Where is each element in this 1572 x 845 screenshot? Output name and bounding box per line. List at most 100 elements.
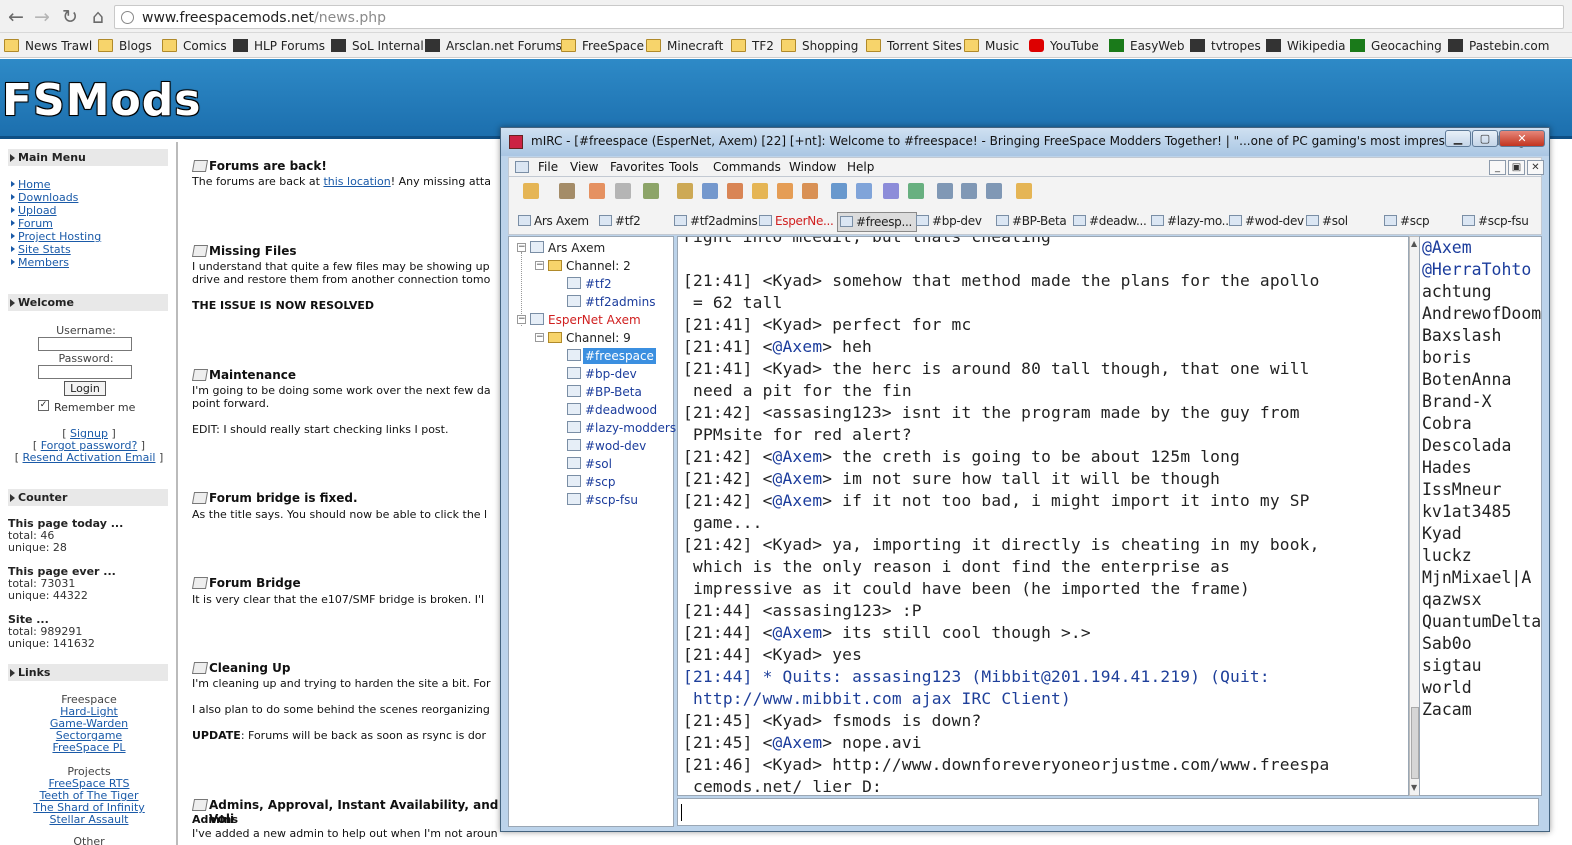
maximize-icon[interactable]: ▢: [1472, 130, 1498, 147]
tree-channel[interactable]: #deadwood: [585, 402, 657, 418]
news-title[interactable]: Forum bridge is fixed.: [209, 491, 358, 505]
switchbar-tab[interactable]: #BP-Beta: [994, 212, 1067, 232]
bookmark-hlp-forums[interactable]: HLP Forums: [233, 38, 325, 54]
op-nick[interactable]: @Axem: [773, 733, 823, 752]
username-input[interactable]: [38, 337, 132, 351]
nick-item[interactable]: @Axem: [1422, 237, 1472, 259]
bookmark-youtube[interactable]: YouTube: [1029, 38, 1099, 54]
bookmark-comics[interactable]: Comics: [162, 38, 227, 54]
chat-input[interactable]: [677, 798, 1539, 826]
switchbar-tab[interactable]: #scp-fsu: [1460, 212, 1529, 232]
menu-file[interactable]: File: [538, 160, 558, 174]
news-title[interactable]: Cleaning Up: [209, 661, 290, 675]
news-title[interactable]: Forum Bridge: [209, 576, 301, 590]
notes-icon[interactable]: [908, 183, 924, 199]
bookmark-pastebin-com[interactable]: Pastebin.com: [1448, 38, 1549, 54]
nick-item[interactable]: world: [1422, 677, 1472, 699]
chat-nick[interactable]: <@Axem>: [763, 447, 833, 466]
bookmark-tvtropes[interactable]: tvtropes: [1190, 38, 1261, 54]
chat-nick[interactable]: <Kyad>: [763, 359, 823, 378]
collapse-icon[interactable]: −: [517, 315, 526, 324]
switchbar-tab[interactable]: #wod-dev: [1227, 212, 1304, 232]
collapse-icon[interactable]: −: [535, 333, 544, 342]
menu-favorites[interactable]: Favorites: [610, 160, 664, 174]
news-title[interactable]: Missing Files: [209, 244, 296, 258]
received-files-icon[interactable]: [856, 183, 872, 199]
bookmark-blogs[interactable]: Blogs: [98, 38, 152, 54]
nick-item[interactable]: QuantumDelta: [1422, 611, 1541, 633]
menu-commands[interactable]: Commands: [713, 160, 781, 174]
scripts-editor-icon[interactable]: [643, 183, 659, 199]
switchbar-tab[interactable]: #freesp...: [837, 212, 918, 232]
colors-icon[interactable]: [727, 183, 743, 199]
bookmark-shopping[interactable]: Shopping: [781, 38, 858, 54]
chat-nick[interactable]: <@Axem>: [763, 337, 833, 356]
home-icon[interactable]: ⌂: [86, 5, 110, 29]
nick-item[interactable]: IssMneur: [1422, 479, 1501, 501]
switchbar-tab[interactable]: #bp-dev: [914, 212, 982, 232]
minimize-icon[interactable]: ▁: [1445, 130, 1471, 147]
password-input[interactable]: [38, 365, 132, 379]
nick-item[interactable]: Kyad: [1422, 523, 1462, 545]
bookmark-geocaching[interactable]: Geocaching: [1350, 38, 1442, 54]
chat-nick[interactable]: <Kyad>: [763, 755, 823, 774]
chat-log[interactable]: right into mcedit, but thats cheating [2…: [677, 236, 1409, 796]
menu-link-downloads[interactable]: Downloads: [10, 191, 78, 204]
login-button[interactable]: Login: [64, 381, 106, 396]
nick-item[interactable]: Baxslash: [1422, 325, 1501, 347]
bookmark-torrent-sites[interactable]: Torrent Sites: [866, 38, 962, 54]
nick-item[interactable]: Descolada: [1422, 435, 1511, 457]
tree-channel[interactable]: #sol: [585, 456, 612, 472]
remember-me-checkbox[interactable]: ✓: [38, 400, 49, 411]
op-nick[interactable]: @Axem: [773, 469, 823, 488]
switchbar-tab[interactable]: #tf2admins: [672, 212, 758, 232]
switchbar-tab[interactable]: #lazy-mo...: [1149, 212, 1233, 232]
bookmark-music[interactable]: Music: [964, 38, 1019, 54]
chat-nick[interactable]: <Kyad>: [763, 645, 823, 664]
mdi-restore-icon[interactable]: ▣: [1508, 160, 1525, 175]
menu-view[interactable]: View: [570, 160, 598, 174]
nick-item[interactable]: AndrewofDoom: [1422, 303, 1541, 325]
resend-activation-link[interactable]: Resend Activation Email: [23, 451, 156, 464]
nick-item[interactable]: kv1at3485: [1422, 501, 1511, 523]
site-logo[interactable]: FSMods: [2, 75, 201, 126]
mdi-close-icon[interactable]: ✕: [1527, 160, 1544, 175]
connect-icon[interactable]: [523, 183, 539, 199]
chat-nick[interactable]: <@Axem>: [763, 733, 833, 752]
bookmark-sol-internal[interactable]: SoL Internal: [331, 38, 424, 54]
menu-link-home[interactable]: Home: [10, 178, 50, 191]
collapse-icon[interactable]: −: [535, 261, 544, 270]
nick-item[interactable]: BotenAnna: [1422, 369, 1511, 391]
nick-item[interactable]: luckz: [1422, 545, 1472, 567]
options-icon[interactable]: [559, 183, 575, 199]
nick-item[interactable]: Zacam: [1422, 699, 1472, 721]
menu-link-forum[interactable]: Forum: [11, 217, 53, 230]
bookmark-arsclan-net-forums[interactable]: Arsclan.net Forums: [425, 38, 562, 54]
bookmark-news-trawl[interactable]: News Trawl: [4, 38, 92, 54]
scroll-down-icon[interactable]: ▼: [1411, 783, 1417, 792]
chat-nick[interactable]: <@Axem>: [763, 623, 833, 642]
nick-item[interactable]: MjnMixael|A: [1422, 567, 1531, 589]
switchbar-tab[interactable]: #scp: [1382, 212, 1430, 232]
tree-channel[interactable]: #tf2admins: [585, 294, 655, 310]
dcc-options-icon[interactable]: [802, 183, 818, 199]
urls-list-icon[interactable]: [702, 183, 718, 199]
menu-link-project-hosting[interactable]: Project Hosting: [10, 230, 101, 243]
news-title[interactable]: Maintenance: [209, 368, 296, 382]
nick-item[interactable]: qazwsx: [1422, 589, 1482, 611]
tree-channel[interactable]: #wod-dev: [585, 438, 646, 454]
chat-nick[interactable]: <@Axem>: [763, 491, 833, 510]
tree-channel-folder[interactable]: Channel: 2: [566, 258, 631, 274]
mirc-titlebar[interactable]: mIRC - [#freespace (EsperNet, Axem) [22]…: [501, 128, 1549, 156]
bookmark-tf2[interactable]: TF2: [731, 38, 774, 54]
close-icon[interactable]: ✕: [1499, 130, 1545, 147]
chat-nick[interactable]: <Kyad>: [763, 535, 823, 554]
nick-item[interactable]: Hades: [1422, 457, 1472, 479]
nick-item[interactable]: Sab0o: [1422, 633, 1472, 655]
switchbar-tab[interactable]: Ars Axem: [516, 212, 589, 232]
forward-icon[interactable]: →: [30, 5, 54, 29]
tree-channel[interactable]: #freespace: [583, 348, 656, 364]
dcc-send-icon[interactable]: [752, 183, 768, 199]
tree-channel[interactable]: #scp-fsu: [585, 492, 638, 508]
address-book-icon[interactable]: [615, 183, 631, 199]
